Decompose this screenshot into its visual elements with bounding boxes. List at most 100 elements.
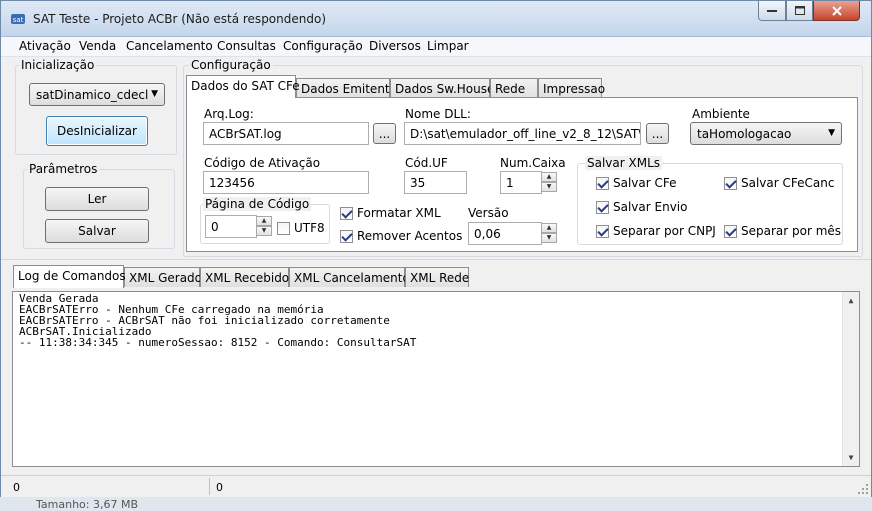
title-bar[interactable]: sat SAT Teste - Projeto ACBr (Não está r… [1,1,871,37]
spin-up-icon[interactable]: ▲ [541,172,557,182]
codigo-ativacao-label: Código de Ativação [204,156,321,170]
salvar-cfecanc-label: Salvar CFeCanc [741,176,835,190]
resize-grip-icon[interactable] [857,483,869,495]
versao-label: Versão [468,206,509,220]
ambiente-label: Ambiente [692,107,750,121]
tab-rede[interactable]: Rede [490,78,538,98]
status-separator [209,478,210,495]
menu-diversos[interactable]: Diversos [369,39,421,53]
pagina-codigo-input[interactable]: 0 [205,215,257,238]
separar-cnpj-label: Separar por CNPJ [613,224,716,238]
checkbox-checked-icon [596,176,609,190]
ler-button[interactable]: Ler [45,187,149,211]
checkbox-checked-icon [340,229,353,243]
ambiente-select-value: taHomologacao [697,127,792,141]
checkbox-checked-icon [340,206,353,220]
remover-acentos-label: Remover Acentos [357,229,463,243]
modelo-select[interactable]: satDinamico_cdecl ▼ [29,83,165,106]
tab-log-comandos[interactable]: Log de Comandos [13,265,126,288]
parametros-label: Parâmetros [27,162,100,176]
nome-dll-input[interactable]: D:\sat\emulador_off_line_v2_8_12\SAT\SAT [404,122,641,145]
minimize-button[interactable] [758,1,786,21]
chevron-down-icon: ▼ [828,128,835,138]
cod-uf-input[interactable]: 35 [404,171,467,194]
menu-consultas[interactable]: Consultas [217,39,276,53]
close-button[interactable] [813,1,860,21]
svg-text:sat: sat [13,16,24,24]
utf8-label: UTF8 [294,221,325,235]
maximize-icon [794,6,805,15]
utf8-checkbox[interactable]: UTF8 [277,221,325,235]
salvar-envio-label: Salvar Envio [613,200,688,214]
splitter[interactable] [1,259,871,260]
spin-down-icon[interactable]: ▼ [541,233,557,243]
scroll-up-icon[interactable]: ▲ [843,292,859,309]
tab-impressao[interactable]: Impressao [538,78,605,98]
salvar-envio-checkbox[interactable]: Salvar Envio [596,200,687,214]
status-bar: 0 0 [1,475,871,497]
pagina-codigo-spinner[interactable]: ▲ ▼ [256,216,272,237]
main-window: sat SAT Teste - Projeto ACBr (Não está r… [0,0,872,497]
modelo-select-value: satDinamico_cdecl [36,88,149,102]
log-line: -- 11:38:34:345 - numeroSessao: 8152 - C… [19,336,417,349]
desinicializar-button[interactable]: DesInicializar [46,116,148,146]
pagina-codigo-label: Página de Código [203,197,312,211]
formatar-xml-label: Formatar XML [357,206,441,220]
menu-venda[interactable]: Venda [79,39,116,53]
checkbox-checked-icon [724,176,737,190]
separar-mes-checkbox[interactable]: Separar por mês [724,224,841,238]
menu-bar: Ativação Venda Cancelamento Consultas Co… [1,37,871,57]
cod-uf-label: Cód.UF [405,156,448,170]
status-panel-1: 0 [13,481,20,494]
log-memo[interactable]: Venda Gerada EACBrSATErro - Nenhum CFe c… [12,291,860,467]
versao-spinner[interactable]: ▲ ▼ [541,223,557,244]
codigo-ativacao-input[interactable]: 123456 [203,171,369,194]
checkbox-unchecked-icon [277,221,290,235]
salvar-button[interactable]: Salvar [45,219,149,243]
versao-input[interactable]: 0,06 [468,222,542,245]
tab-xml-recebido[interactable]: XML Recebido [200,267,289,287]
tab-dados-sat-cfe[interactable]: Dados do SAT CFe [186,75,300,98]
num-caixa-spinner[interactable]: ▲ ▼ [541,172,557,193]
tab-dados-emitente[interactable]: Dados Emitente [296,78,397,98]
nome-dll-label: Nome DLL: [405,107,471,121]
close-icon [831,5,842,16]
checkbox-checked-icon [596,224,609,238]
window-title: SAT Teste - Projeto ACBr (Não está respo… [33,12,326,26]
menu-cancelamento[interactable]: Cancelamento [126,39,213,53]
arq-log-browse-button[interactable]: ... [373,123,396,144]
tab-xml-gerado[interactable]: XML Gerado [124,267,202,287]
checkbox-checked-icon [724,224,737,238]
separar-cnpj-checkbox[interactable]: Separar por CNPJ [596,224,716,238]
menu-configuracao[interactable]: Configuração [283,39,363,53]
menu-limpar[interactable]: Limpar [427,39,469,53]
spin-up-icon[interactable]: ▲ [256,216,272,226]
scroll-down-icon[interactable]: ▼ [843,449,859,466]
salvar-cfe-checkbox[interactable]: Salvar CFe [596,176,677,190]
arq-log-input[interactable]: ACBrSAT.log [203,122,369,145]
num-caixa-input[interactable]: 1 [500,171,542,194]
ambiente-select[interactable]: taHomologacao ▼ [690,122,842,145]
tab-dados-sw-house[interactable]: Dados Sw.House [390,78,494,98]
salvar-cfe-label: Salvar CFe [613,176,677,190]
minimize-icon [767,9,777,12]
configuracao-label: Configuração [189,58,273,72]
formatar-xml-checkbox[interactable]: Formatar XML [340,206,441,220]
log-vertical-scrollbar[interactable]: ▲ ▼ [842,292,859,466]
chevron-down-icon: ▼ [151,89,158,99]
maximize-button[interactable] [786,1,813,21]
spin-up-icon[interactable]: ▲ [541,223,557,233]
remover-acentos-checkbox[interactable]: Remover Acentos [340,229,462,243]
tab-xml-rede[interactable]: XML Rede [405,267,469,287]
separar-mes-label: Separar por mês [741,224,842,238]
nome-dll-browse-button[interactable]: ... [646,123,669,144]
spin-down-icon[interactable]: ▼ [256,226,272,236]
status-panel-2: 0 [216,481,223,494]
tab-xml-cancelamento[interactable]: XML Cancelamento [289,267,410,287]
menu-ativacao[interactable]: Ativação [19,39,71,53]
background-window-text: Tamanho: 3,67 MB [36,498,138,511]
app-icon: sat [11,14,25,24]
spin-down-icon[interactable]: ▼ [541,182,557,192]
salvar-cfecanc-checkbox[interactable]: Salvar CFeCanc [724,176,834,190]
checkbox-checked-icon [596,200,609,214]
